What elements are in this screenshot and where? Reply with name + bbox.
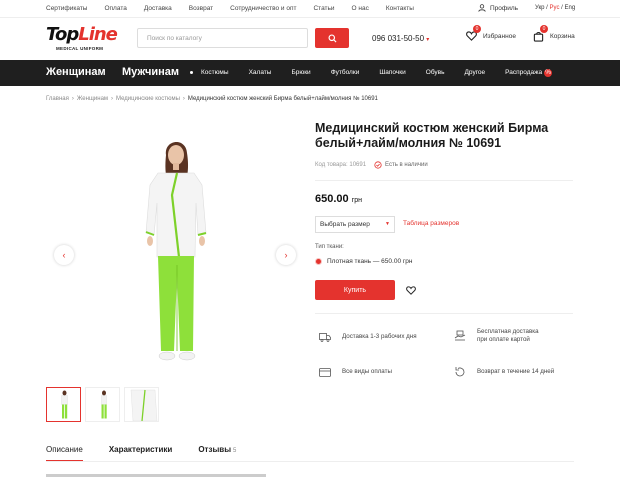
thumbnail-front[interactable] bbox=[46, 387, 81, 422]
size-select[interactable]: Выбрать размер ▼ bbox=[315, 216, 395, 233]
profile-label: Профиль bbox=[490, 4, 519, 12]
top-links: Сертификаты Оплата Доставка Возврат Сотр… bbox=[46, 5, 431, 12]
nav-item-trousers[interactable]: Брюки bbox=[291, 69, 310, 77]
fabric-option-label: Плотная ткань — 650.00 грн bbox=[327, 258, 413, 265]
search-icon bbox=[327, 33, 337, 43]
chevron-left-icon: ‹ bbox=[62, 250, 66, 260]
tab-specs[interactable]: Характеристики bbox=[109, 445, 173, 462]
gallery-next-button[interactable]: › bbox=[276, 245, 296, 265]
feature-free-delivery: Бесплатная доставка при оплате картой bbox=[453, 328, 539, 344]
fabric-option[interactable]: Плотная ткань — 650.00 грн bbox=[315, 258, 412, 265]
chevron-down-icon: ▾ bbox=[426, 37, 430, 43]
nav-item-shoes[interactable]: Обувь bbox=[426, 69, 445, 77]
top-link-partnership[interactable]: Сотрудничество и опт bbox=[230, 5, 296, 12]
breadcrumb: Главная › Женщинам › Медицинские костюмы › Мед… bbox=[46, 96, 378, 102]
size-table-link[interactable]: Таблица размеров bbox=[403, 220, 459, 227]
gallery-prev-button[interactable]: ‹ bbox=[54, 245, 74, 265]
breadcrumb-home[interactable]: Главная bbox=[46, 96, 69, 102]
divider bbox=[315, 180, 573, 181]
search-input[interactable] bbox=[137, 28, 308, 48]
chevron-down-icon: ▼ bbox=[385, 221, 390, 227]
top-link-return[interactable]: Возврат bbox=[189, 5, 213, 12]
chevron-right-icon: › bbox=[284, 250, 288, 260]
lang-en[interactable]: Eng bbox=[564, 5, 575, 11]
return-icon bbox=[453, 365, 467, 379]
lang-ua[interactable]: Укр bbox=[535, 5, 545, 11]
nav-item-tshirts[interactable]: Футболки bbox=[331, 69, 360, 77]
product-title: Медицинский костюм женский Бирма белый+л… bbox=[315, 121, 549, 150]
top-utility-bar: Сертификаты Оплата Доставка Возврат Сотр… bbox=[0, 0, 620, 18]
tab-description[interactable]: Описание bbox=[46, 445, 83, 462]
main-navigation: Женщинам Мужчинам Костюмы Халаты Брюки Ф… bbox=[0, 60, 620, 86]
check-circle-icon bbox=[374, 161, 382, 169]
product-photo bbox=[145, 141, 207, 361]
nav-item-sale[interactable]: Распродажа% bbox=[505, 69, 553, 77]
logo-subtitle: MEDICAL UNIFORM bbox=[56, 46, 104, 51]
tabs-underline bbox=[46, 461, 574, 462]
feature-payment: Все виды оплаты bbox=[318, 365, 392, 379]
bag-icon: 0 bbox=[531, 25, 548, 43]
feature-return: Возврат в течение 14 дней bbox=[453, 365, 554, 379]
divider bbox=[315, 313, 573, 314]
product-gallery: ‹ › bbox=[46, 125, 305, 382]
free-delivery-icon bbox=[453, 329, 467, 343]
top-link-articles[interactable]: Статьи bbox=[313, 5, 334, 12]
nav-item-suits[interactable]: Костюмы bbox=[201, 69, 229, 77]
feature-delivery-time: Доставка 1-3 рабочих дня bbox=[318, 330, 417, 344]
fabric-type-label: Тип ткани: bbox=[315, 244, 344, 250]
user-icon bbox=[478, 4, 486, 12]
top-link-contacts[interactable]: Контакты bbox=[386, 5, 414, 12]
breadcrumb-suits[interactable]: Медицинские костюмы bbox=[116, 96, 180, 102]
stock-status: Есть в наличии bbox=[374, 161, 428, 169]
add-to-favorites-button[interactable] bbox=[404, 283, 418, 297]
lang-ru[interactable]: Рус bbox=[550, 5, 560, 11]
truck-icon bbox=[318, 330, 332, 344]
breadcrumb-women[interactable]: Женщинам bbox=[77, 96, 108, 102]
product-code: Код товара: 10691 bbox=[315, 162, 367, 168]
thumbnail-detail[interactable] bbox=[124, 387, 159, 422]
cart-count-badge: 0 bbox=[540, 25, 548, 33]
description-text-cutoff bbox=[46, 474, 266, 477]
site-logo[interactable]: TopLine MEDICAL UNIFORM bbox=[46, 24, 118, 54]
site-header: TopLine MEDICAL UNIFORM 096 031-50-50 ▾ … bbox=[0, 18, 620, 60]
logo-word: TopLine bbox=[46, 24, 118, 45]
tab-reviews[interactable]: Отзывы 5 bbox=[198, 445, 236, 462]
profile-link[interactable]: Профиль bbox=[478, 4, 518, 12]
thumbnail-side[interactable] bbox=[85, 387, 120, 422]
product-meta: Код товара: 10691 Есть в наличии bbox=[315, 161, 428, 169]
nav-women[interactable]: Женщинам bbox=[46, 66, 106, 78]
cart-link[interactable]: 0 Корзина bbox=[531, 25, 575, 43]
reviews-count: 5 bbox=[233, 448, 237, 454]
nav-item-robes[interactable]: Халаты bbox=[249, 69, 272, 77]
fabric-radio[interactable] bbox=[315, 258, 322, 265]
nav-item-other[interactable]: Другое bbox=[465, 69, 486, 77]
nav-men[interactable]: Мужчинам bbox=[122, 66, 179, 78]
phone-number[interactable]: 096 031-50-50 ▾ bbox=[372, 34, 429, 43]
top-link-about[interactable]: О нас bbox=[352, 5, 369, 12]
gallery-thumbnails bbox=[46, 387, 159, 422]
nav-separator-dot bbox=[190, 71, 193, 74]
top-link-delivery[interactable]: Доставка bbox=[144, 5, 172, 12]
nav-item-caps[interactable]: Шапочки bbox=[379, 69, 405, 77]
product-price: 650.00 грн bbox=[315, 193, 363, 205]
product-tabs: Описание Характеристики Отзывы 5 bbox=[46, 445, 236, 462]
card-icon bbox=[318, 365, 332, 379]
search-button[interactable] bbox=[315, 28, 349, 48]
sale-badge: % bbox=[544, 69, 553, 77]
favorites-label: Избранное bbox=[483, 32, 516, 40]
buy-button[interactable]: Купить bbox=[315, 280, 395, 300]
favorites-count-badge: 0 bbox=[473, 25, 481, 33]
nav-categories: Костюмы Халаты Брюки Футболки Шапочки Об… bbox=[201, 69, 553, 77]
breadcrumb-current: Медицинский костюм женский Бирма белый+л… bbox=[187, 96, 378, 102]
heart-icon: 0 bbox=[464, 25, 481, 43]
language-switcher: Укр / Рус / Eng bbox=[535, 5, 575, 11]
top-link-payment[interactable]: Оплата bbox=[104, 5, 126, 12]
top-link-certificates[interactable]: Сертификаты bbox=[46, 5, 87, 12]
cart-label: Корзина bbox=[550, 32, 575, 40]
favorites-link[interactable]: 0 Избранное bbox=[464, 25, 516, 43]
heart-icon bbox=[406, 285, 416, 295]
